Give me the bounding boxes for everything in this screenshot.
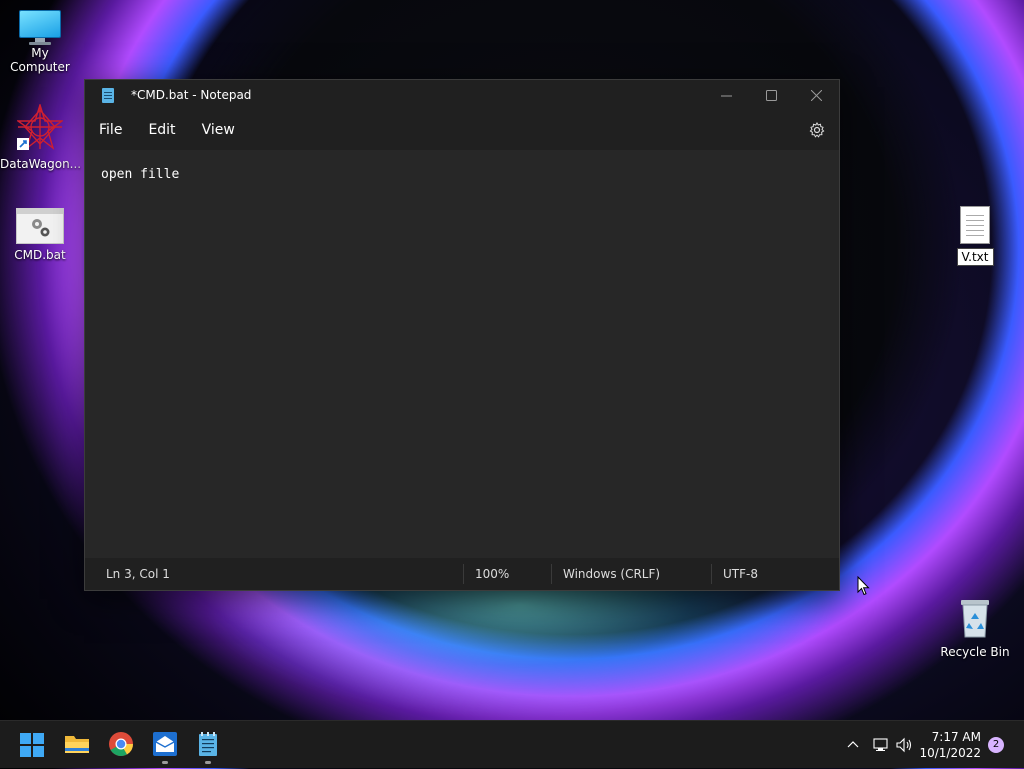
settings-gear-icon[interactable]	[809, 122, 825, 138]
status-line-ending: Windows (CRLF)	[551, 564, 711, 584]
taskbar: 7:17 AM 10/1/2022 2	[0, 720, 1024, 768]
mouse-cursor-icon	[857, 576, 870, 596]
recycle-bin-icon	[961, 600, 989, 638]
desktop-icon-v-txt[interactable]: V.txt	[935, 206, 1015, 266]
clock[interactable]: 7:17 AM 10/1/2022	[919, 729, 981, 761]
clock-time: 7:17 AM	[931, 730, 981, 744]
window-title: *CMD.bat - Notepad	[131, 88, 252, 102]
file-explorer-icon[interactable]	[64, 731, 90, 757]
desktop-icon-label: DataWagon...	[0, 157, 82, 171]
status-bar: Ln 3, Col 1 100% Windows (CRLF) UTF-8	[85, 558, 839, 590]
clock-date: 10/1/2022	[919, 746, 981, 760]
volume-icon[interactable]	[896, 737, 914, 753]
minimize-button[interactable]	[704, 80, 749, 110]
chevron-up-icon[interactable]	[846, 738, 860, 752]
monitor-icon	[19, 10, 61, 45]
menu-edit[interactable]: Edit	[135, 122, 188, 138]
desktop-icon-datawagon[interactable]: DataWagon...	[0, 102, 82, 171]
status-zoom[interactable]: 100%	[463, 564, 551, 584]
status-position: Ln 3, Col 1	[106, 567, 170, 581]
title-bar[interactable]: *CMD.bat - Notepad	[85, 80, 839, 110]
close-button[interactable]	[794, 80, 839, 110]
notepad-window: *CMD.bat - Notepad File Edit View open f…	[84, 79, 840, 591]
batch-file-icon	[16, 208, 64, 244]
desktop-icon-label: CMD.bat	[14, 248, 66, 262]
network-icon[interactable]	[873, 737, 891, 753]
minimize-icon	[721, 95, 732, 96]
menu-view[interactable]: View	[189, 122, 248, 138]
notepad-app-icon	[102, 87, 114, 103]
running-indicator	[205, 761, 211, 764]
desktop-icon-label: V.txt	[956, 248, 994, 266]
desktop-icon-label: My Computer	[10, 46, 70, 74]
status-encoding: UTF-8	[711, 564, 831, 584]
text-editor-area[interactable]: open fille	[85, 150, 839, 558]
chrome-icon[interactable]	[108, 731, 134, 757]
start-icon[interactable]	[20, 733, 44, 757]
datawagon-icon	[15, 102, 65, 150]
notepad-icon[interactable]	[197, 731, 219, 757]
notification-badge[interactable]: 2	[988, 737, 1004, 753]
running-indicator	[162, 761, 168, 764]
desktop-icon-my-computer[interactable]: My Computer	[0, 10, 80, 74]
maximize-button[interactable]	[749, 80, 794, 110]
maximize-icon	[766, 89, 777, 101]
desktop-icon-label: Recycle Bin	[940, 645, 1010, 659]
menu-bar: File Edit View	[85, 110, 839, 150]
system-tray	[846, 721, 914, 769]
desktop-icon-cmd-bat[interactable]: CMD.bat	[0, 208, 80, 262]
mail-app-icon[interactable]	[152, 731, 178, 757]
close-icon	[811, 89, 822, 101]
text-file-icon	[960, 206, 990, 244]
desktop-icon-recycle-bin[interactable]: Recycle Bin	[935, 598, 1015, 659]
menu-file[interactable]: File	[86, 122, 135, 138]
